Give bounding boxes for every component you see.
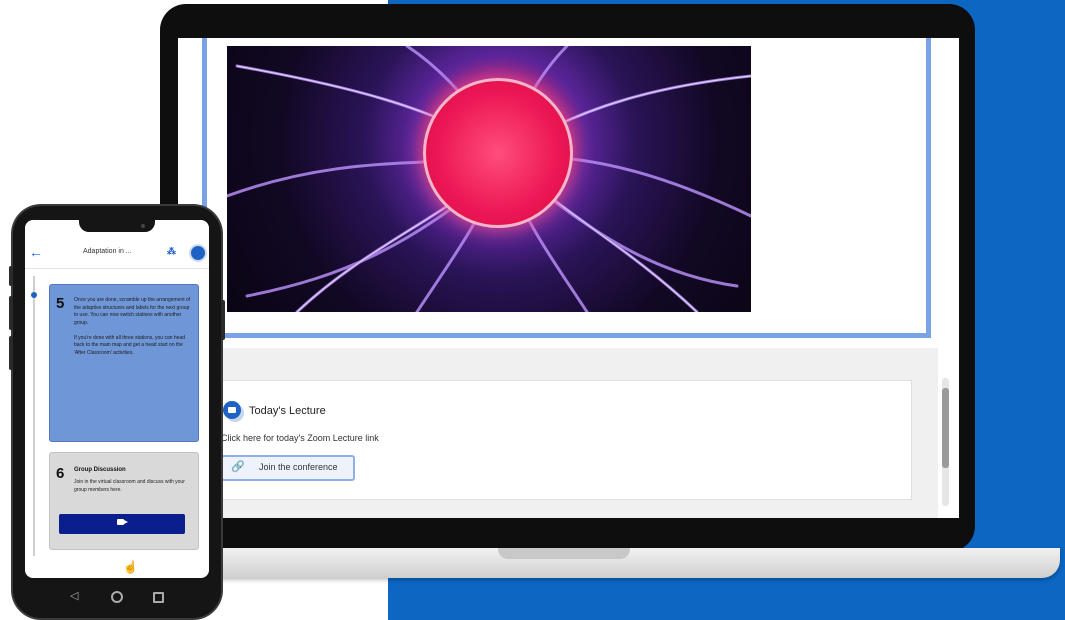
link-icon: 🔗 <box>231 461 245 473</box>
timeline-dot <box>31 292 37 298</box>
laptop-screen: Today's Lecture Click here for today's Z… <box>178 38 959 518</box>
lecture-video-icon <box>223 401 241 419</box>
scrollbar-thumb[interactable] <box>942 388 949 468</box>
phone-screen: ← Adaptation in ... ⁂ 5 Once you are don… <box>25 220 209 578</box>
touch-gesture-icon: ☝ <box>123 560 138 574</box>
nav-back-icon[interactable]: ◁ <box>70 589 78 602</box>
timeline-line <box>33 276 35 556</box>
laptop: Today's Lecture Click here for today's Z… <box>160 4 975 552</box>
phone-volume-down <box>9 336 13 370</box>
video-camera-icon <box>117 519 128 525</box>
step-card-5[interactable]: 5 Once you are done, scramble up the arr… <box>49 284 199 442</box>
phone-camera <box>141 224 145 228</box>
join-conference-button[interactable]: 🔗 Join the conference <box>221 455 355 481</box>
group-icon[interactable]: ⁂ <box>167 246 176 257</box>
plasma-core <box>423 78 573 228</box>
phone-side-button <box>9 266 13 286</box>
step-text: Once you are done, scramble up the arran… <box>74 297 191 356</box>
step-title: Group Discussion <box>74 467 126 473</box>
step-number: 6 <box>56 465 65 482</box>
lecture-description: Click here for today's Zoom Lecture link <box>221 433 379 443</box>
laptop-base-notch <box>498 548 630 559</box>
phone-volume-up <box>9 296 13 330</box>
header-divider <box>25 268 209 269</box>
join-video-button[interactable] <box>59 514 185 534</box>
image-card <box>202 38 931 338</box>
lecture-title: Today's Lecture <box>249 405 326 417</box>
phone-power-button <box>221 300 225 340</box>
step-number: 5 <box>56 295 65 312</box>
phone-page-title: Adaptation in ... <box>83 248 132 255</box>
step-text: Join in the virtual classroom and discus… <box>74 479 185 493</box>
lecture-card: Today's Lecture Click here for today's Z… <box>216 380 912 500</box>
step-card-6[interactable]: 6 Group Discussion Join in the virtual c… <box>49 452 199 550</box>
avatar[interactable] <box>189 244 207 262</box>
join-conference-label: Join the conference <box>259 462 338 472</box>
phone: ← Adaptation in ... ⁂ 5 Once you are don… <box>9 206 225 618</box>
nav-home-icon[interactable] <box>111 591 123 603</box>
nav-recents-icon[interactable] <box>153 592 164 603</box>
plasma-ball-image <box>227 46 751 312</box>
back-arrow-icon[interactable]: ← <box>29 244 43 260</box>
